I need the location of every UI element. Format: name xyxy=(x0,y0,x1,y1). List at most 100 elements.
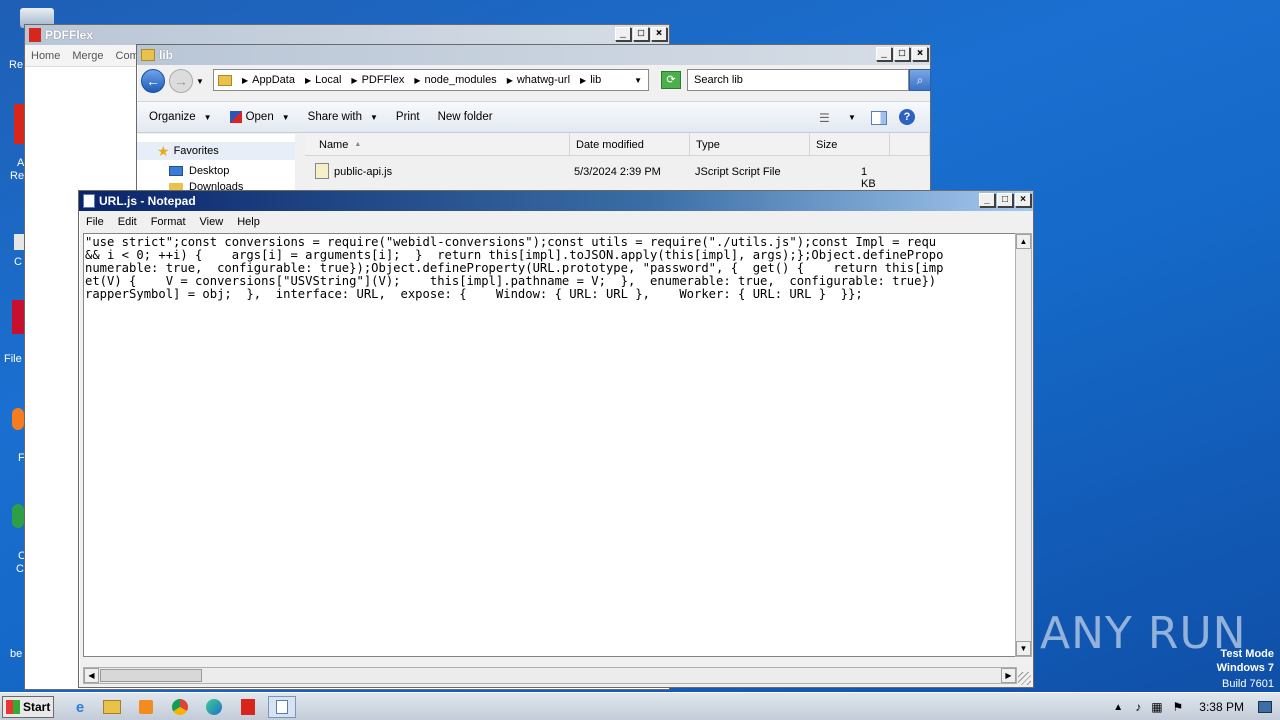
notepad-window: URL.js - Notepad _ □ × File Edit Format … xyxy=(78,190,1034,688)
build-label: Build 7601 xyxy=(1222,678,1274,690)
breadcrumb-item[interactable]: ▶ PDFFlex xyxy=(347,74,404,86)
search-input[interactable]: Search lib xyxy=(687,69,909,91)
menu-item-format[interactable]: Format xyxy=(144,216,193,228)
minimize-button[interactable]: _ xyxy=(876,47,892,61)
nav-item-desktop[interactable]: Desktop xyxy=(137,162,295,180)
firefox-icon[interactable] xyxy=(12,408,24,430)
folder-icon xyxy=(218,74,232,86)
app-icon[interactable] xyxy=(12,300,24,334)
breadcrumb-item[interactable]: ▶ Local xyxy=(301,74,341,86)
minimize-button[interactable]: _ xyxy=(615,27,631,41)
breadcrumb-item[interactable]: ▶ AppData xyxy=(238,74,295,86)
pdfflex-titlebar[interactable]: PDFFlex _ □ × xyxy=(25,25,669,45)
app-icon[interactable] xyxy=(14,104,24,144)
organize-button[interactable]: Organize ▼ xyxy=(149,111,212,123)
chevron-down-icon[interactable]: ▼ xyxy=(848,113,856,122)
show-hidden-icons-icon[interactable]: ▲ xyxy=(1113,702,1123,713)
help-icon[interactable]: ? xyxy=(899,109,915,125)
breadcrumb-item[interactable]: ▶ node_modules xyxy=(410,74,496,86)
volume-icon[interactable]: ♪ xyxy=(1135,700,1141,714)
code-line: rapperSymbol] = obj; }, interface: URL, … xyxy=(85,287,863,301)
nav-item-favorites[interactable]: ★ Favorites xyxy=(137,142,295,160)
maximize-button[interactable]: □ xyxy=(633,27,649,41)
close-button[interactable]: × xyxy=(651,27,667,41)
minimize-button[interactable]: _ xyxy=(979,193,995,207)
scroll-up-arrow[interactable]: ▲ xyxy=(1016,234,1031,249)
chrome-icon[interactable] xyxy=(12,504,24,528)
desktop-label: Re xyxy=(10,170,25,182)
open-button[interactable]: Open ▼ xyxy=(229,111,290,123)
clock[interactable]: 3:38 PM xyxy=(1199,700,1244,714)
menu-item-merge[interactable]: Merge xyxy=(72,50,103,62)
vertical-scrollbar[interactable]: ▲ ▼ xyxy=(1015,233,1032,657)
open-icon xyxy=(229,111,242,123)
taskbar: Start e ▲ ♪ ▦ ⚑ 3:38 PM xyxy=(0,692,1280,720)
column-header-name[interactable]: Name ▲ xyxy=(305,134,570,156)
flag-icon[interactable]: ⚑ xyxy=(1173,700,1184,714)
chrome-icon[interactable] xyxy=(166,696,194,718)
maximize-button[interactable]: □ xyxy=(997,193,1013,207)
desktop-label: C xyxy=(14,256,22,268)
scroll-left-arrow[interactable]: ◀ xyxy=(84,668,99,683)
search-icon[interactable]: ⌕ xyxy=(909,69,931,91)
menu-item-file[interactable]: File xyxy=(79,216,111,228)
forward-button[interactable]: → xyxy=(169,69,193,93)
resize-grip-icon[interactable] xyxy=(1018,672,1031,685)
navigation-pane: ★ Favorites Desktop Downloads xyxy=(137,134,295,193)
desktop-label: C xyxy=(16,563,24,575)
breadcrumb-item[interactable]: ▶ whatwg-url xyxy=(503,74,570,86)
column-header-type[interactable]: Type xyxy=(690,134,810,156)
scroll-thumb[interactable] xyxy=(100,669,202,682)
star-icon: ★ xyxy=(157,142,170,159)
explorer-titlebar[interactable]: lib _ □ × xyxy=(137,45,930,65)
notepad-menu: File Edit Format View Help xyxy=(79,212,1033,232)
notepad-titlebar[interactable]: URL.js - Notepad _ □ × xyxy=(79,191,1033,211)
breadcrumb-item[interactable]: ▶ lib xyxy=(576,74,601,86)
file-date: 5/3/2024 2:39 PM xyxy=(574,166,661,178)
view-options-icon[interactable]: ☰ xyxy=(819,111,830,125)
new-folder-button[interactable]: New folder xyxy=(438,111,493,123)
network-icon[interactable]: ▦ xyxy=(1151,700,1162,714)
notepad-taskbar-icon[interactable] xyxy=(268,696,296,718)
share-with-button[interactable]: Share with ▼ xyxy=(308,111,378,123)
breadcrumb[interactable]: ▶ AppData ▶ Local ▶ PDFFlex ▶ node_modules ▶… xyxy=(213,69,649,91)
explorer-window: lib _ □ × ← → ▼ ▶ AppData ▶ Local ▶ PDFFlex… xyxy=(136,44,931,194)
file-type: JScript Script File xyxy=(695,166,781,178)
maximize-button[interactable]: □ xyxy=(894,47,910,61)
close-button[interactable]: × xyxy=(1015,193,1031,207)
chevron-down-icon[interactable]: ▼ xyxy=(634,76,642,85)
shortcut-icon[interactable] xyxy=(14,234,24,250)
menu-item-edit[interactable]: Edit xyxy=(111,216,144,228)
notepad-icon xyxy=(83,194,95,208)
column-header-extra xyxy=(890,134,930,156)
menu-item-home[interactable]: Home xyxy=(31,50,60,62)
start-button[interactable]: Start xyxy=(2,696,54,718)
file-size: 1 KB xyxy=(861,166,876,190)
menu-item-help[interactable]: Help xyxy=(230,216,267,228)
scroll-down-arrow[interactable]: ▼ xyxy=(1016,641,1031,656)
show-desktop-icon[interactable] xyxy=(1258,701,1272,713)
text-editor[interactable]: "use strict";const conversions = require… xyxy=(83,233,1021,657)
desktop-label: Re xyxy=(9,59,24,71)
ie-icon[interactable]: e xyxy=(66,696,94,718)
file-name: public-api.js xyxy=(334,166,393,178)
media-player-icon[interactable] xyxy=(132,696,160,718)
menu-item-view[interactable]: View xyxy=(193,216,231,228)
preview-pane-icon[interactable] xyxy=(871,111,887,125)
print-button[interactable]: Print xyxy=(396,111,420,123)
explorer-taskbar-icon[interactable] xyxy=(98,696,126,718)
refresh-button[interactable]: ⟳ xyxy=(661,71,681,89)
file-row[interactable]: public-api.js 5/3/2024 2:39 PM JScript S… xyxy=(313,163,884,190)
pdf-taskbar-icon[interactable] xyxy=(234,696,262,718)
window-title: PDFFlex xyxy=(45,28,94,42)
edge-icon[interactable] xyxy=(200,696,228,718)
column-header-date[interactable]: Date modified xyxy=(570,134,690,156)
chevron-down-icon[interactable]: ▼ xyxy=(196,77,204,86)
column-header-size[interactable]: Size xyxy=(810,134,890,156)
address-bar: ← → ▼ ▶ AppData ▶ Local ▶ PDFFlex ▶ node_mod… xyxy=(141,67,931,95)
close-button[interactable]: × xyxy=(912,47,928,61)
back-button[interactable]: ← xyxy=(141,69,165,93)
desktop-label: be xyxy=(10,648,23,660)
scroll-right-arrow[interactable]: ▶ xyxy=(1001,668,1016,683)
horizontal-scrollbar[interactable]: ◀ ▶ xyxy=(83,667,1017,684)
